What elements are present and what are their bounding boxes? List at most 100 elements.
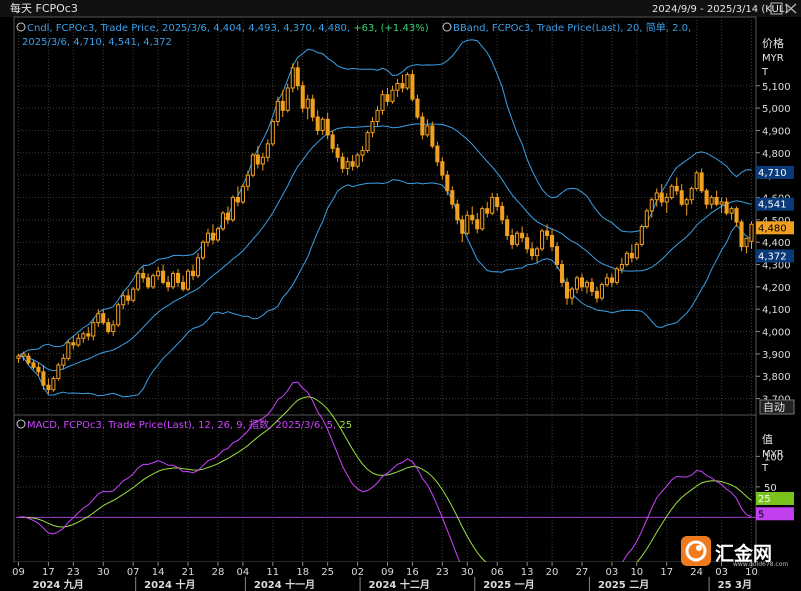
candle <box>230 195 235 223</box>
day-tick-label: 17 <box>660 567 673 578</box>
candle-body <box>684 199 689 205</box>
candle-body <box>729 208 734 214</box>
candle-body <box>275 100 280 123</box>
candle-body <box>81 333 86 339</box>
candle-body <box>141 272 146 279</box>
candle <box>250 152 255 178</box>
candle-body <box>719 201 724 205</box>
candle-body <box>500 205 505 221</box>
candle-body <box>475 219 480 230</box>
legend-bband-text: BBand, FCPOc3, Trade Price(Last), 20, 简单… <box>453 21 691 34</box>
candle <box>131 286 136 303</box>
candle <box>644 208 649 229</box>
candle-body <box>355 154 360 167</box>
candle-body <box>171 272 176 288</box>
candle-body <box>440 161 445 176</box>
candle <box>171 271 176 290</box>
candle-body <box>470 214 475 221</box>
candle <box>310 94 315 122</box>
day-tick-label: 07 <box>127 567 140 578</box>
chart-canvas: 每天 FCPOc3 2024/9/9 - 2025/3/14 (KUL) Cnd… <box>0 0 801 591</box>
candle-body <box>76 337 81 346</box>
candle-body <box>96 313 101 324</box>
candle-body <box>554 246 560 266</box>
candle-body <box>485 208 490 214</box>
candle-body <box>505 219 510 236</box>
candle-body <box>535 248 540 257</box>
price-tick-label: 3,800 <box>762 372 791 383</box>
candle-body <box>86 333 91 337</box>
candle-body <box>380 94 385 111</box>
candle-body <box>305 98 310 109</box>
candle-body <box>734 208 739 223</box>
candle <box>554 242 560 269</box>
candle-body <box>564 281 570 299</box>
candle <box>185 268 191 292</box>
candle <box>56 362 61 381</box>
candle-body <box>56 364 61 379</box>
day-tick-label: 03 <box>715 567 728 578</box>
candle-body <box>390 89 395 102</box>
candle-body <box>166 281 171 288</box>
candle-body <box>604 277 609 286</box>
candle-body <box>744 237 749 248</box>
day-tick-label: 20 <box>546 567 559 578</box>
candle <box>694 170 699 191</box>
candle-body <box>395 83 400 91</box>
candle-body <box>689 188 694 201</box>
candle-body <box>634 243 639 259</box>
candle-body <box>594 290 599 299</box>
candle-body <box>225 212 230 221</box>
candle-body <box>151 275 156 288</box>
candle-body <box>699 172 704 192</box>
candle-body <box>430 125 435 147</box>
candle-body <box>176 272 181 283</box>
price-unit-label: 价格 <box>762 36 784 50</box>
candle-body <box>599 284 604 299</box>
macd-tick-labels: 10050 <box>756 452 783 494</box>
candle-body <box>71 342 76 346</box>
candle-body <box>310 98 315 118</box>
candle-body <box>101 313 106 324</box>
candle-body <box>205 232 211 243</box>
candle-body <box>525 237 530 250</box>
candle-body <box>26 355 31 364</box>
candle-body <box>200 241 206 259</box>
price-tick-label: 4,100 <box>762 305 791 316</box>
candle-body <box>250 154 255 176</box>
candle-body <box>425 125 430 136</box>
price-tick-label: 3,900 <box>762 350 791 361</box>
candle-body <box>385 94 390 102</box>
price-tick-label: 5,000 <box>762 104 791 115</box>
price-tick-label: 4,200 <box>762 283 791 294</box>
candle-body <box>375 109 380 123</box>
brand-url: www.gold678.com <box>733 561 788 568</box>
candle-body <box>260 156 265 165</box>
macd-unit-label: 值 <box>762 433 773 446</box>
candle <box>200 239 206 261</box>
candle-body <box>709 196 714 205</box>
candle-body <box>614 268 619 283</box>
candle-body <box>629 252 634 259</box>
price-tag-lower-label: 4,372 <box>758 251 787 262</box>
candle-body <box>66 342 71 359</box>
candle-body <box>61 357 66 366</box>
candle <box>634 242 639 261</box>
month-label: 2024 十月 <box>144 578 195 591</box>
day-tick-label: 30 <box>97 567 110 578</box>
candle-body <box>16 355 21 359</box>
candle-body <box>405 74 410 89</box>
legend-bband-values: 2025/3/6, 4,710, 4,541, 4,372 <box>22 37 172 48</box>
candle-body <box>31 362 36 368</box>
day-tick-label: 04 <box>237 567 250 578</box>
candle-body <box>540 230 545 250</box>
candle-body <box>704 190 709 205</box>
price-tick-labels: 5,1005,0004,9004,8004,7004,6004,5004,400… <box>756 82 791 406</box>
candle-body <box>335 147 340 158</box>
candle-body <box>21 353 26 357</box>
price-tick-label: 4,400 <box>762 238 791 249</box>
legend-candle-text: Cndl, FCPOc3, Trade Price, 2025/3/6, 4,4… <box>27 23 353 34</box>
day-tick-label: 09 <box>12 567 25 578</box>
price-pane <box>13 16 757 416</box>
candle <box>151 273 156 290</box>
